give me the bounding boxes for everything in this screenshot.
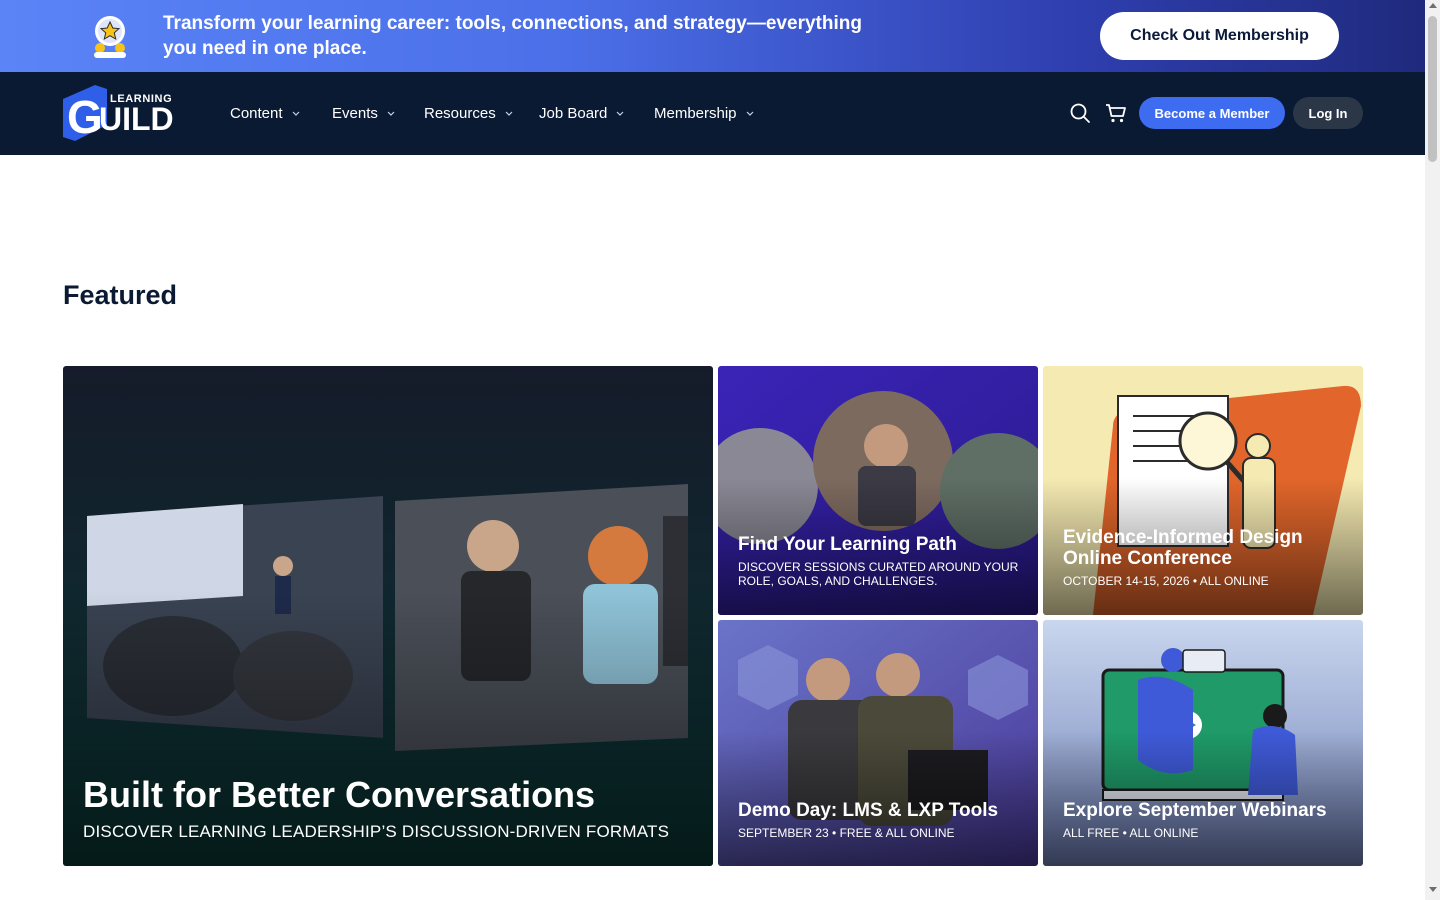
chevron-down-icon	[616, 111, 624, 116]
featured-card-main[interactable]: Built for Better Conversations DISCOVER …	[63, 366, 713, 866]
card-subtitle: OCTOBER 14-15, 2026 • ALL ONLINE	[1063, 574, 1269, 588]
logo-g-letter: G	[67, 91, 103, 143]
nav-item-label: Content	[230, 104, 283, 122]
card-shade	[1043, 730, 1363, 866]
check-out-membership-button[interactable]: Check Out Membership	[1100, 12, 1339, 60]
become-member-button[interactable]: Become a Member	[1139, 97, 1285, 129]
card-title: Evidence-Informed Design Online Conferen…	[1063, 527, 1303, 569]
chevron-down-icon	[387, 111, 395, 116]
card-shade	[718, 730, 1038, 866]
scroll-up-arrow-icon[interactable]	[1429, 3, 1437, 8]
nav-item-content[interactable]: Content	[230, 102, 301, 124]
card-title: Demo Day: LMS & LXP Tools	[738, 800, 999, 821]
featured-card-evidence-design[interactable]: Evidence-Informed Design Online Conferen…	[1043, 366, 1363, 615]
featured-card-demo-day[interactable]: Demo Day: LMS & LXP Tools SEPTEMBER 23 •…	[718, 620, 1038, 866]
card-title: Find Your Learning Path	[738, 534, 957, 555]
member-badge-icon	[94, 16, 126, 58]
search-icon[interactable]	[1068, 101, 1092, 125]
nav-item-label: Resources	[424, 104, 496, 122]
nav-item-label: Job Board	[539, 104, 608, 122]
chevron-down-icon	[505, 111, 513, 116]
card-subtitle: DISCOVER LEARNING LEADERSHIP’S DISCUSSIO…	[83, 822, 670, 841]
vertical-scrollbar[interactable]	[1425, 0, 1440, 900]
nav-item-events[interactable]: Events	[332, 102, 396, 124]
login-button[interactable]: Log In	[1293, 97, 1363, 129]
promo-text: Transform your learning career: tools, c…	[163, 13, 862, 59]
scroll-down-arrow-icon[interactable]	[1429, 887, 1437, 892]
logo-big-text: UILD	[99, 101, 174, 137]
cart-icon[interactable]	[1104, 101, 1128, 125]
card-subtitle: ALL FREE • ALL ONLINE	[1063, 826, 1199, 840]
promo-banner: Transform your learning career: tools, c…	[0, 0, 1425, 72]
card-subtitle: DISCOVER SESSIONS CURATED AROUND YOUR RO…	[738, 560, 1019, 588]
nav-item-label: Events	[332, 104, 378, 122]
chevron-down-icon	[746, 111, 753, 116]
chevron-down-icon	[292, 111, 299, 116]
nav-item-membership[interactable]: Membership	[654, 102, 755, 124]
learning-guild-logo[interactable]: G LEARNING UILD	[63, 85, 198, 143]
featured-card-webinars[interactable]: Explore September Webinars ALL FREE • AL…	[1043, 620, 1363, 866]
scroll-thumb[interactable]	[1428, 16, 1437, 162]
card-title: Built for Better Conversations	[83, 774, 596, 815]
featured-card-learning-path[interactable]: Find Your Learning Path DISCOVER SESSION…	[718, 366, 1038, 615]
nav-item-resources[interactable]: Resources	[424, 102, 514, 124]
nav-item-label: Membership	[654, 104, 737, 122]
card-title: Explore September Webinars	[1063, 800, 1327, 821]
nav-item-job-board[interactable]: Job Board	[539, 102, 625, 124]
featured-heading: Featured	[63, 280, 178, 310]
card-subtitle: SEPTEMBER 23 • FREE & ALL ONLINE	[738, 826, 955, 840]
page: Transform your learning career: tools, c…	[0, 0, 1425, 900]
